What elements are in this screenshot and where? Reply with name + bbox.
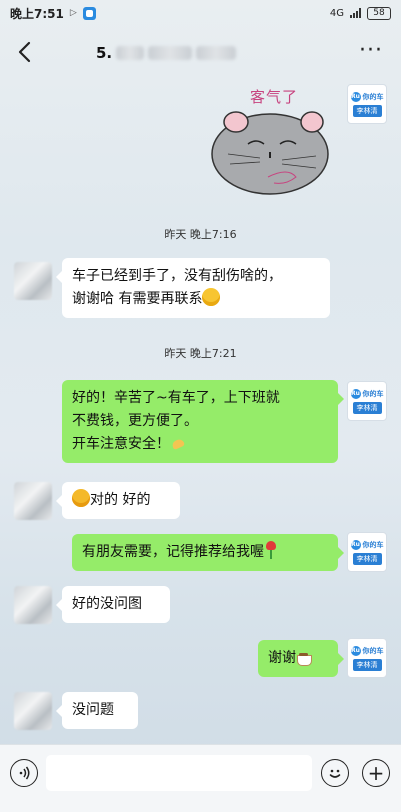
brand-logo-text: 你的车 — [362, 92, 384, 101]
brand-logo-text: 你的车 — [362, 540, 384, 549]
contact-avatar[interactable] — [14, 692, 52, 730]
message-line-3: 开车注意安全！ — [72, 436, 170, 452]
brand-logo: Ru 你的车 — [350, 645, 384, 656]
message-bubble-incoming[interactable]: 好的没问图 — [56, 586, 170, 623]
brand-name: 李林清 — [352, 552, 382, 565]
message-bubble-outgoing[interactable]: 好的！辛苦了~有车了，上下班就 不费钱，更方便了。 开车注意安全！ — [62, 380, 344, 463]
emoji-picker-icon[interactable] — [321, 759, 349, 787]
status-time: 晚上7:51 — [10, 6, 64, 21]
muscle-emoji-icon — [170, 435, 186, 451]
brand-logo-text: 你的车 — [362, 389, 384, 398]
brand-logo: Ru 你的车 — [350, 388, 384, 399]
brand-name: 李林清 — [352, 658, 382, 671]
message-bubble-incoming[interactable]: 没问题 — [56, 692, 138, 729]
title-blur-1 — [116, 46, 145, 60]
brand-logo-icon: Ru — [350, 388, 361, 399]
message-text-line2: 谢谢哈 有需要再联系 — [72, 288, 320, 311]
message-line-1: 好的！辛苦了~有车了，上下班就 — [72, 390, 280, 406]
message-text: 谢谢 — [268, 650, 296, 666]
my-avatar[interactable]: Ru 你的车 李林清 — [347, 638, 387, 678]
play-icon: ▷ — [69, 8, 77, 18]
message-input[interactable] — [46, 755, 312, 791]
message-bubble-outgoing[interactable]: 谢谢 — [258, 640, 344, 677]
brand-name: 李林清 — [352, 401, 382, 414]
app-notification-icon — [82, 6, 96, 20]
brand-logo-text: 你的车 — [362, 646, 384, 655]
message-text: 好的没问图 — [72, 596, 142, 612]
contact-avatar[interactable] — [14, 482, 52, 520]
add-more-icon[interactable]: + — [362, 759, 390, 787]
message-text: 有朋友需要，记得推荐给我喔 — [82, 544, 264, 560]
brand-logo: Ru 你的车 — [350, 91, 384, 102]
cat-sticker[interactable] — [208, 82, 340, 200]
timestamp: 昨天 晚上7:16 — [164, 228, 237, 241]
coffee-emoji-icon — [296, 649, 312, 666]
message-text-2: 谢谢哈 有需要再联系 — [72, 291, 203, 307]
message-line-3-wrap: 开车注意安全！ — [72, 433, 328, 456]
nav-bar: 5. ··· — [0, 28, 401, 76]
back-icon[interactable] — [12, 38, 36, 66]
message-text: 没问题 — [72, 702, 114, 718]
title-blur-2 — [148, 46, 193, 60]
message-bubble-outgoing[interactable]: 有朋友需要，记得推荐给我喔 — [72, 534, 344, 571]
message-text: 对的 好的 — [90, 492, 151, 508]
signal-icon — [350, 8, 361, 18]
brand-logo-icon: Ru — [350, 539, 361, 550]
laugh-emoji-icon — [72, 489, 90, 507]
my-avatar[interactable]: Ru 你的车 李林清 — [347, 532, 387, 572]
grin-emoji-icon — [202, 288, 221, 306]
timestamp: 昨天 晚上7:21 — [164, 347, 237, 360]
message-bubble-incoming[interactable]: 车子已经到手了，没有刮伤啥的， 谢谢哈 有需要再联系 — [56, 258, 330, 318]
message-text: 车子已经到手了，没有刮伤啥的， — [72, 268, 282, 284]
more-options-icon[interactable]: ··· — [359, 40, 383, 62]
battery-level: 58 — [373, 7, 385, 18]
message-bubble-incoming[interactable]: 对的 好的 — [56, 482, 180, 519]
status-right: 4G 58 — [329, 6, 391, 20]
brand-logo-icon: Ru — [350, 645, 361, 656]
brand-name: 李林清 — [352, 104, 382, 117]
contact-avatar[interactable] — [14, 262, 52, 300]
brand-logo: Ru 你的车 — [350, 539, 384, 550]
rose-emoji-icon — [264, 541, 278, 559]
chat-title: 5. — [96, 42, 296, 64]
contact-avatar[interactable] — [14, 586, 52, 624]
status-bar: 晚上7:51 ▷ 4G 58 — [0, 0, 401, 26]
input-bar: + — [0, 744, 401, 812]
message-line-2: 不费钱，更方便了。 — [72, 413, 198, 429]
my-avatar[interactable]: Ru 你的车 李林清 — [347, 381, 387, 421]
my-avatar[interactable]: Ru 你的车 李林清 — [347, 84, 387, 124]
status-left: 晚上7:51 ▷ — [10, 5, 96, 22]
chat-title-text: 5. — [96, 44, 113, 62]
brand-logo-icon: Ru — [350, 91, 361, 102]
battery-icon: 58 — [367, 6, 391, 20]
network-label: 4G — [329, 7, 344, 19]
title-blur-3 — [196, 46, 237, 60]
voice-input-icon[interactable] — [10, 759, 38, 787]
